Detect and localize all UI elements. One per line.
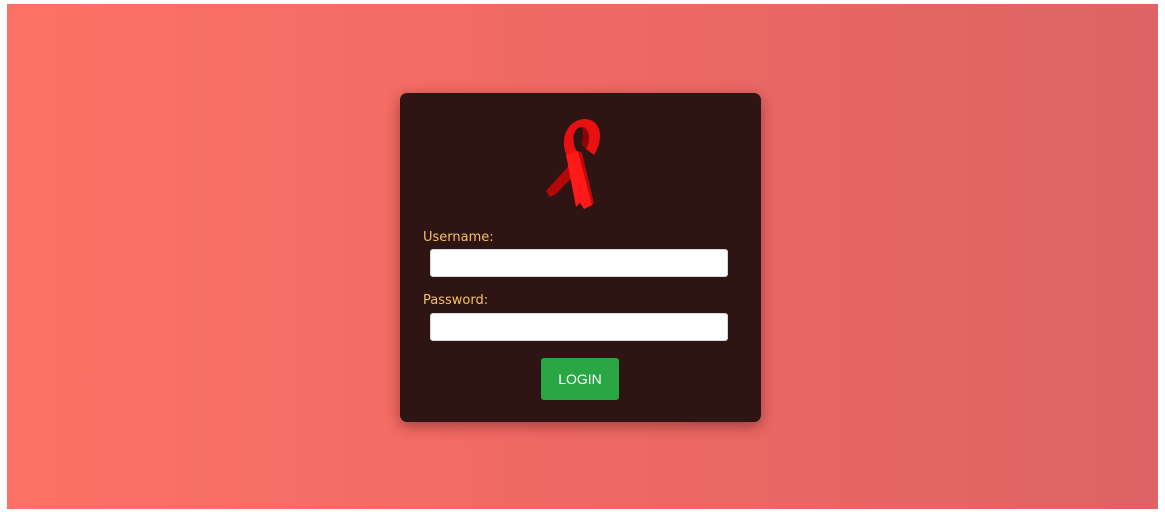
login-button[interactable]: LOGIN <box>541 358 619 400</box>
red-ribbon-icon <box>546 119 600 209</box>
page-background: Username: Password: LOGIN <box>7 4 1158 509</box>
password-input[interactable] <box>430 313 728 341</box>
password-label: Password: <box>423 293 489 308</box>
login-card: Username: Password: LOGIN <box>400 93 761 422</box>
username-label: Username: <box>423 230 494 245</box>
username-input[interactable] <box>430 249 728 277</box>
